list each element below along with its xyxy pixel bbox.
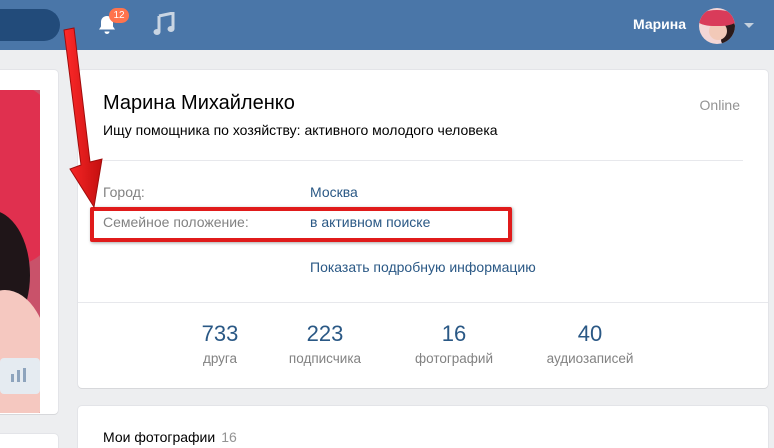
annotation-highlight-box xyxy=(90,207,512,242)
profile-name: Марина Михайленко xyxy=(103,92,295,114)
music-icon[interactable] xyxy=(153,12,175,36)
left-card-secondary xyxy=(0,434,58,448)
avatar[interactable] xyxy=(699,8,735,44)
top-bar: 12 Марина xyxy=(0,0,774,50)
counter-label: фотографий xyxy=(415,351,493,366)
counter-value: 733 xyxy=(201,321,239,346)
show-more-link[interactable]: Показать подробную информацию xyxy=(310,259,536,275)
counter-friends[interactable]: 733 друга xyxy=(180,320,260,366)
divider xyxy=(103,160,743,161)
counter-value: 16 xyxy=(441,321,467,346)
counter-audio[interactable]: 40 аудиозаписей xyxy=(530,320,650,366)
photos-card: Мои фотографии 16 xyxy=(78,406,768,448)
notification-badge: 12 xyxy=(109,8,129,23)
counter-value: 40 xyxy=(577,321,603,346)
counter-label: друга xyxy=(202,351,238,366)
divider xyxy=(78,302,768,303)
online-status: Online xyxy=(699,97,740,113)
counter-label: подписчика xyxy=(288,351,362,366)
profile-status[interactable]: Ищу помощника по хозяйству: активного мо… xyxy=(103,122,498,138)
city-value[interactable]: Москва xyxy=(310,184,358,200)
chevron-down-icon[interactable] xyxy=(744,23,754,28)
photos-title-text: Мои фотографии xyxy=(103,429,216,445)
user-menu-name[interactable]: Марина xyxy=(633,16,686,32)
photos-count: 16 xyxy=(221,429,237,445)
stats-button[interactable] xyxy=(0,358,40,394)
search-input[interactable] xyxy=(0,9,60,41)
counter-photos[interactable]: 16 фотографий xyxy=(404,320,504,366)
annotation-arrow-icon xyxy=(63,27,103,209)
counter-label: аудиозаписей xyxy=(546,351,634,366)
counter-value: 223 xyxy=(306,321,344,346)
counter-followers[interactable]: 223 подписчика xyxy=(275,320,375,366)
photos-title[interactable]: Мои фотографии 16 xyxy=(103,429,237,445)
bar-chart-icon xyxy=(11,368,26,382)
